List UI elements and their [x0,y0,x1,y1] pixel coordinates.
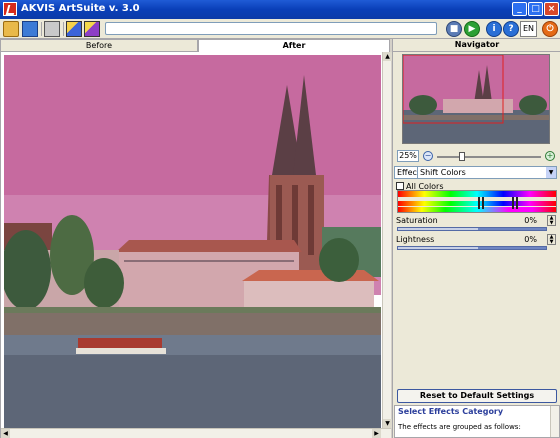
open-icon[interactable] [3,21,19,37]
saturation-slider-fill [398,228,478,230]
view-tabs: Before After [0,39,390,52]
saturation-spinner[interactable]: ▲ ▼ [547,215,556,226]
print-icon[interactable] [44,21,60,37]
target-spectrum [398,207,556,212]
progress-bar [105,22,437,35]
run-icon[interactable]: ▶ [464,21,480,37]
range-start-handle[interactable] [478,197,480,209]
scroll-down-icon[interactable]: ▼ [383,419,392,428]
navigator-photo [403,55,549,143]
image-canvas[interactable]: ▲ ▼ ◀ ▶ [0,52,392,438]
zoom-in-icon[interactable]: + [545,151,555,161]
power-icon[interactable]: ⏻ [542,21,558,37]
scroll-up-icon[interactable]: ▲ [383,52,392,61]
effect-select[interactable]: Shift Colors ▼ [417,166,557,179]
scroll-right-icon[interactable]: ▶ [372,429,381,438]
cathedral-photo [4,55,381,428]
zoom-out-icon[interactable]: − [423,151,433,161]
saturation-value[interactable]: 0% [517,215,537,226]
navigator-thumbnail[interactable] [402,54,550,144]
tab-before[interactable]: Before [0,39,198,52]
horizontal-scrollbar[interactable]: ◀ ▶ [1,428,391,438]
photo-preview[interactable] [4,55,381,428]
range-end-handle[interactable] [512,197,514,209]
source-spectrum [398,191,556,197]
close-button[interactable]: × [544,2,559,16]
lightness-label: Lightness [396,235,435,244]
help-panel: Select Effects Category The effects are … [394,405,560,438]
range-start-handle[interactable] [482,197,484,209]
range-end-handle[interactable] [516,197,518,209]
app-logo-icon [3,2,17,16]
lightness-value[interactable]: 0% [517,234,537,245]
lightness-slider-fill [398,247,478,249]
color-spectrum[interactable] [397,190,557,213]
chevron-down-icon[interactable]: ▼ [546,167,556,178]
vertical-scrollbar[interactable]: ▲ ▼ [382,52,392,428]
saturation-slider[interactable] [397,227,547,231]
toolbar-separator [41,22,42,36]
help-title: Select Effects Category [398,407,504,416]
help-text: The effects are grouped as follows: [398,423,521,431]
window-title: AKVIS ArtSuite v. 3.0 [21,3,140,14]
help-icon[interactable]: ? [503,21,519,37]
title-bar: AKVIS ArtSuite v. 3.0 _ □ × [0,0,560,19]
lightness-spinner[interactable]: ▲ ▼ [547,234,556,245]
language-button[interactable]: EN [520,21,537,37]
effect-select-value: Shift Colors [420,168,466,177]
maximize-button[interactable]: □ [528,2,543,16]
toolbar: ■ ▶ i ? EN ⏻ [0,19,560,39]
saturation-label: Saturation [396,216,438,225]
navigator-title: Navigator [393,39,560,52]
reset-defaults-button[interactable]: Reset to Default Settings [397,389,557,403]
help-scrollbar[interactable] [550,406,559,437]
zoom-slider-thumb[interactable] [459,152,465,161]
lightness-slider[interactable] [397,246,547,250]
zoom-value[interactable]: 25% [397,150,419,162]
brush-icon[interactable] [66,21,82,37]
zoom-slider-track[interactable] [437,156,541,158]
info-icon[interactable]: i [486,21,502,37]
settings-panel: Navigator 25% − + Effects ▼ Shift Colors… [392,39,560,438]
magic-wand-icon[interactable] [84,21,100,37]
toolbar-separator [63,22,64,36]
save-icon[interactable] [22,21,38,37]
stop-icon[interactable]: ■ [446,21,462,37]
scroll-left-icon[interactable]: ◀ [1,429,10,438]
tab-after[interactable]: After [198,39,390,52]
range-spectrum[interactable] [398,201,556,206]
minimize-button[interactable]: _ [512,2,527,16]
checkbox-icon[interactable] [396,182,404,190]
